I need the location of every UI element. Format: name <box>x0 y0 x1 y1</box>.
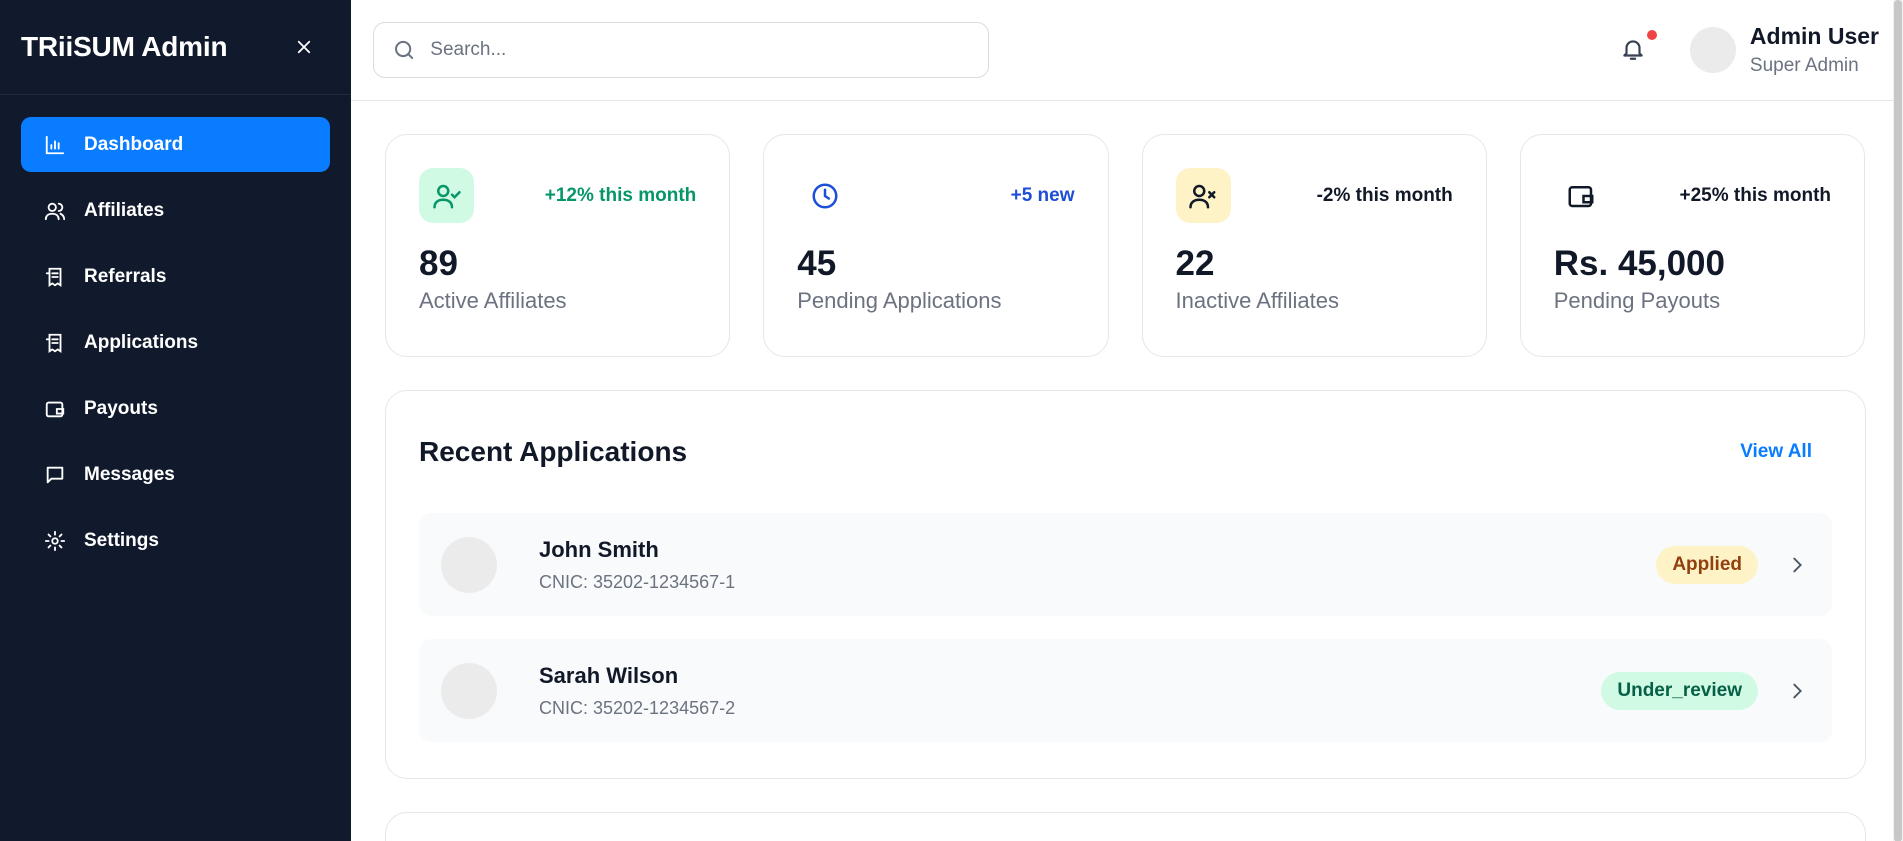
avatar[interactable] <box>1689 27 1736 73</box>
sidebar-item-dashboard[interactable]: Dashboard <box>21 117 330 172</box>
user-x-icon <box>1175 168 1231 223</box>
scrollbar-thumb[interactable] <box>1894 0 1902 841</box>
sidebar-item-label: Affiliates <box>84 199 165 221</box>
user-name: Admin User <box>1749 23 1879 50</box>
sidebar-item-payouts[interactable]: Payouts <box>21 381 330 436</box>
stat-label: Inactive Affiliates <box>1175 288 1339 313</box>
search-input[interactable] <box>430 39 970 61</box>
stat-value: Rs. 45,000 <box>1553 244 1725 283</box>
applicant-cnic: CNIC: 35202-1234567-2 <box>539 697 736 718</box>
applicant-name: John Smith <box>539 536 659 562</box>
scrollbar[interactable] <box>1893 0 1903 841</box>
stat-value: 45 <box>797 244 837 283</box>
wallet-icon <box>1554 168 1609 223</box>
sidebar-item-messages[interactable]: Messages <box>21 447 330 502</box>
sidebar-item-applications[interactable]: Applications <box>21 315 330 370</box>
app-root: TRiiSUM Admin Dashboard Affiliates Refer… <box>0 0 1903 841</box>
sidebar-item-label: Dashboard <box>84 133 184 155</box>
user-info: Admin User Super Admin <box>1750 22 1879 78</box>
receipt-icon <box>45 333 62 353</box>
sidebar-item-label: Payouts <box>84 397 158 419</box>
recent-applications-panel: Recent Applications View All John Smith … <box>385 390 1866 779</box>
chevron-right-icon[interactable] <box>1786 680 1808 702</box>
list-item[interactable]: John Smith CNIC: 35202-1234567-1 Applied <box>419 513 1832 616</box>
avatar <box>441 662 497 719</box>
stat-card-inactive-affiliates: -2% this month 22 Inactive Affiliates <box>1141 134 1487 357</box>
search-box[interactable] <box>373 22 989 78</box>
status-badge: Applied <box>1656 545 1758 584</box>
sidebar: TRiiSUM Admin Dashboard Affiliates Refer… <box>0 0 351 841</box>
user-role: Super Admin <box>1749 55 1859 76</box>
notification-button[interactable] <box>1620 30 1657 64</box>
stat-label: Active Affiliates <box>419 288 567 313</box>
sidebar-item-label: Applications <box>84 331 199 353</box>
dashboard-content: +12% this month 89 Active Affiliates +5 … <box>351 101 1903 841</box>
sidebar-item-label: Referrals <box>84 265 167 287</box>
sidebar-item-referrals[interactable]: Referrals <box>21 249 330 304</box>
user-check-icon <box>419 168 474 223</box>
users-icon <box>44 202 66 220</box>
sidebar-item-settings[interactable]: Settings <box>21 513 330 568</box>
stat-delta: +12% this month <box>544 184 697 206</box>
notification-dot <box>1646 30 1657 40</box>
stat-value: 89 <box>419 244 458 283</box>
user-area: Admin User Super Admin <box>1620 22 1879 78</box>
gear-icon <box>44 530 66 551</box>
topbar: Admin User Super Admin <box>351 0 1903 101</box>
view-all-link[interactable]: View All <box>1740 441 1812 463</box>
status-badge: Under_review <box>1601 671 1758 710</box>
sidebar-item-label: Settings <box>84 529 159 551</box>
chevron-right-icon[interactable] <box>1786 554 1808 576</box>
next-panel <box>385 812 1866 841</box>
message-icon <box>46 466 64 483</box>
bell-icon <box>1623 40 1643 60</box>
stat-value: 22 <box>1175 244 1215 283</box>
wallet-icon <box>45 401 65 417</box>
sidebar-item-label: Messages <box>84 463 175 485</box>
receipt-icon <box>45 267 62 287</box>
stat-delta: -2% this month <box>1316 184 1453 206</box>
stat-card-pending-applications: +5 new 45 Pending Applications <box>763 134 1109 357</box>
main-area: Admin User Super Admin +12% this month 8… <box>351 0 1903 841</box>
stat-delta: +25% this month <box>1679 184 1832 206</box>
close-icon[interactable] <box>293 36 315 58</box>
stat-label: Pending Payouts <box>1553 288 1721 313</box>
stat-card-active-affiliates: +12% this month 89 Active Affiliates <box>385 134 731 357</box>
stat-card-pending-payouts: +25% this month Rs. 45,000 Pending Payou… <box>1519 134 1865 357</box>
sidebar-header: TRiiSUM Admin <box>0 0 351 95</box>
sidebar-item-affiliates[interactable]: Affiliates <box>21 183 330 238</box>
panel-title: Recent Applications <box>419 436 688 467</box>
search-icon <box>395 40 414 60</box>
stat-label: Pending Applications <box>797 288 1002 313</box>
list-item[interactable]: Sarah Wilson CNIC: 35202-1234567-2 Under… <box>419 639 1832 742</box>
bar-chart-icon <box>45 135 65 154</box>
avatar <box>441 536 497 593</box>
clock-icon <box>797 168 852 223</box>
stat-delta: +5 new <box>1010 184 1075 206</box>
stats-row: +12% this month 89 Active Affiliates +5 … <box>385 134 1865 357</box>
applicant-name: Sarah Wilson <box>539 662 679 688</box>
sidebar-nav: Dashboard Affiliates Referrals Applicati… <box>0 95 351 601</box>
applicant-cnic: CNIC: 35202-1234567-1 <box>539 571 736 592</box>
brand-title: TRiiSUM Admin <box>21 31 228 62</box>
